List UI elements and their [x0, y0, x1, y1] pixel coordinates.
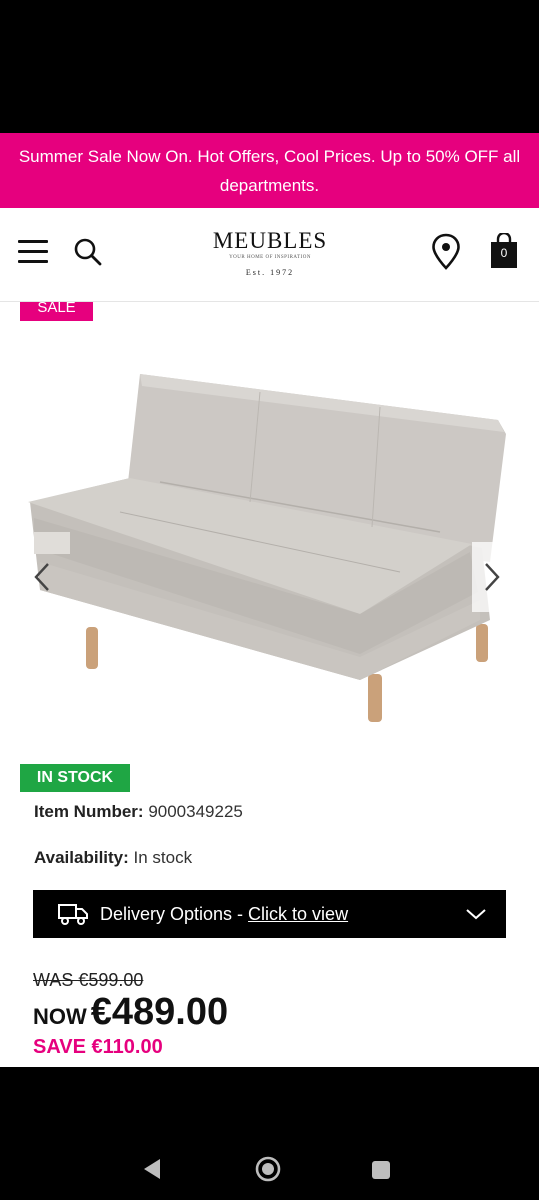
was-price: WAS €599.00: [33, 970, 144, 990]
product-image[interactable]: [0, 362, 539, 742]
site-logo[interactable]: MEUBLES YOUR HOME OF INSPIRATION Est. 19…: [190, 228, 350, 281]
next-image-button[interactable]: [472, 542, 506, 612]
availability-value: In stock: [133, 848, 193, 867]
shopping-bag-icon[interactable]: 0: [490, 233, 518, 269]
delivery-options-link[interactable]: Click to view: [248, 904, 348, 924]
recents-icon[interactable]: [370, 1159, 392, 1181]
chevron-down-icon[interactable]: [465, 904, 487, 924]
save-amount: SAVE €110.00: [33, 1036, 163, 1058]
location-pin-icon[interactable]: [430, 233, 462, 271]
delivery-options-bar[interactable]: Delivery Options - Click to view: [33, 890, 506, 938]
back-icon[interactable]: [140, 1157, 164, 1181]
now-price: €489.00: [90, 991, 229, 1033]
delivery-options-text: Delivery Options - Click to view: [100, 890, 348, 938]
logo-established: Est. 1972: [245, 268, 295, 277]
now-label: NOW: [33, 1004, 87, 1029]
availability-label: Availability:: [34, 848, 129, 867]
product-section: SALE IN STOCK Item Number: 9000349225 Av…: [0, 300, 539, 1067]
promo-banner[interactable]: Summer Sale Now On. Hot Offers, Cool Pri…: [0, 133, 539, 208]
search-icon[interactable]: [72, 236, 104, 268]
item-number-row: Item Number: 9000349225: [34, 802, 243, 822]
promo-banner-text: Summer Sale Now On. Hot Offers, Cool Pri…: [18, 147, 521, 195]
menu-icon[interactable]: [18, 240, 48, 264]
delivery-options-label: Delivery Options -: [100, 904, 249, 924]
system-navigation-bar: [0, 1067, 539, 1200]
delivery-truck-icon: [58, 904, 88, 925]
logo-tagline: YOUR HOME OF INSPIRATION: [229, 255, 311, 260]
stock-badge: IN STOCK: [20, 764, 130, 792]
site-header: MEUBLES YOUR HOME OF INSPIRATION Est. 19…: [0, 208, 539, 302]
cart-count: 0: [500, 246, 508, 260]
item-number-label: Item Number:: [34, 802, 144, 821]
previous-image-arrow-icon[interactable]: [28, 560, 58, 594]
status-bar: [0, 0, 539, 133]
item-number-value: 9000349225: [148, 802, 243, 821]
sale-badge: SALE: [20, 300, 93, 321]
home-icon[interactable]: [254, 1155, 282, 1183]
availability-row: Availability: In stock: [34, 848, 192, 868]
next-image-arrow-icon: [485, 563, 500, 591]
logo-name: MEUBLES: [212, 228, 328, 253]
